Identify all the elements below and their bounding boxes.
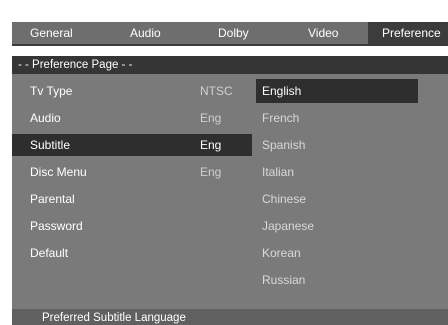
menu-item-default[interactable]: Default bbox=[12, 242, 252, 264]
status-bar: Preferred Subtitle Language bbox=[12, 309, 448, 325]
dvd-setup-screen: General Audio Dolby Video Preference - -… bbox=[0, 0, 448, 325]
menu-item-value: Eng bbox=[200, 111, 222, 125]
menu-item-label: Parental bbox=[30, 192, 75, 206]
status-text: Preferred Subtitle Language bbox=[42, 312, 186, 324]
page-title-text: - - Preference Page - - bbox=[18, 59, 133, 71]
option-japanese[interactable]: Japanese bbox=[256, 214, 418, 238]
menu-item-value: Eng bbox=[200, 138, 222, 152]
menu-item-tv-type[interactable]: Tv Type NTSC bbox=[12, 80, 252, 102]
menu-item-value: NTSC bbox=[200, 84, 233, 98]
menu-item-parental[interactable]: Parental bbox=[12, 188, 252, 210]
menu-item-value: Eng bbox=[200, 165, 222, 179]
menu-item-subtitle[interactable]: Subtitle Eng bbox=[12, 134, 252, 156]
option-italian[interactable]: Italian bbox=[256, 160, 418, 184]
menu-item-label: Subtitle bbox=[30, 138, 71, 152]
preference-panel: - - Preference Page - - Tv Type NTSC Aud… bbox=[12, 56, 448, 325]
page-title: - - Preference Page - - bbox=[12, 56, 448, 74]
option-french[interactable]: French bbox=[256, 106, 418, 130]
menu-item-label: Password bbox=[30, 219, 83, 233]
option-russian[interactable]: Russian bbox=[256, 268, 418, 292]
option-spanish[interactable]: Spanish bbox=[256, 133, 418, 157]
tab-general[interactable]: General bbox=[30, 22, 73, 44]
menu-item-label: Audio bbox=[30, 111, 61, 125]
menu-item-audio[interactable]: Audio Eng bbox=[12, 107, 252, 129]
tab-preference[interactable]: Preference bbox=[368, 22, 448, 44]
setup-tab-bar: General Audio Dolby Video Preference bbox=[12, 22, 448, 46]
menu-item-label: Disc Menu bbox=[30, 165, 87, 179]
menu-item-label: Tv Type bbox=[30, 84, 73, 98]
tab-audio[interactable]: Audio bbox=[130, 22, 161, 44]
menu-item-label: Default bbox=[30, 246, 69, 260]
option-korean[interactable]: Korean bbox=[256, 241, 418, 265]
menu-item-password[interactable]: Password bbox=[12, 215, 252, 237]
tab-video[interactable]: Video bbox=[308, 22, 338, 44]
option-chinese[interactable]: Chinese bbox=[256, 187, 418, 211]
menu-item-disc-menu[interactable]: Disc Menu Eng bbox=[12, 161, 252, 183]
option-english[interactable]: English bbox=[256, 79, 418, 103]
tab-dolby[interactable]: Dolby bbox=[218, 22, 249, 44]
